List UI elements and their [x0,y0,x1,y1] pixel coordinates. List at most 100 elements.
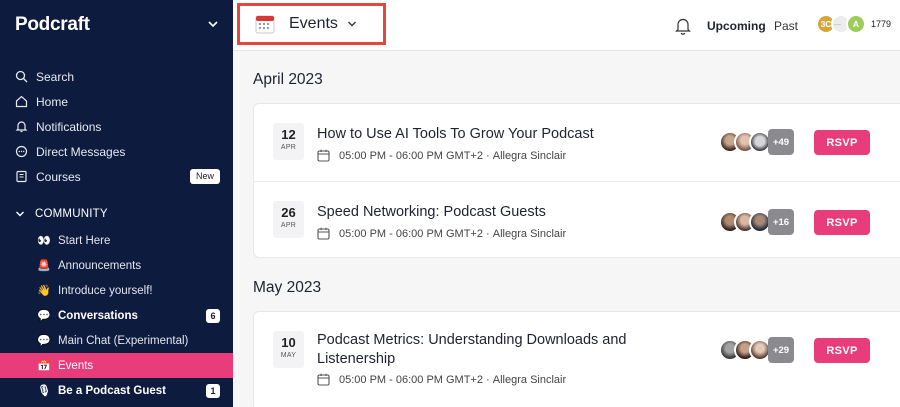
speech-icon: 💬 [37,335,51,347]
sidebar-item-label: Announcements [58,259,142,272]
event-meta: 05:00 PM - 06:00 PM GMT+2 · Allegra Sinc… [317,227,566,240]
community-section-header[interactable]: COMMUNITY [0,200,233,228]
nav-item-search[interactable]: Search [0,64,233,89]
home-icon [15,95,28,108]
event-title[interactable]: Podcast Metrics: Understanding Downloads… [317,331,647,369]
rsvp-button[interactable]: RSVP [814,338,870,363]
avatar: A [846,14,866,34]
nav-item-home[interactable]: Home [0,89,233,114]
wave-icon: 👋 [37,285,51,297]
nav-item-direct-messages[interactable]: Direct Messages [0,139,233,164]
event-month: APR [280,222,297,229]
nav-item-label: Home [36,94,69,109]
brand-logo[interactable]: Podcraft [15,12,90,38]
sidebar-item-label: Start Here [58,234,111,247]
nav-item-courses[interactable]: Courses New [0,164,233,189]
sidebar-item-label: Be a Podcast Guest [58,384,167,397]
meta-separator: · [482,149,493,162]
event-row[interactable]: 12 APR How to Use AI Tools To Grow Your … [254,104,900,181]
events-list: April 2023 12 APR How to Use AI Tools To… [233,51,900,407]
calendar-icon [317,149,330,162]
unread-count-badge: 6 [206,309,220,323]
more-attendees-count: +29 [768,337,794,363]
sidebar-item-start-here[interactable]: 👀 Start Here [0,228,233,253]
event-time: 05:00 PM - 06:00 PM GMT+2 [339,149,483,162]
book-icon [15,170,28,183]
event-title[interactable]: How to Use AI Tools To Grow Your Podcast [317,125,647,144]
sidebar-item-be-a-podcast-guest[interactable]: 🎙 Be a Podcast Guest 1 [0,378,233,403]
rsvp-button[interactable]: RSVP [814,130,870,155]
event-time: 05:00 PM - 06:00 PM GMT+2 [339,227,483,240]
top-header: Events Upcoming Past 3C ~~~ A 1779 [233,0,900,51]
chevron-down-icon [347,21,356,27]
calendar-icon [317,227,330,240]
event-time: 05:00 PM - 06:00 PM GMT+2 [339,373,483,386]
chevron-down-icon [16,211,24,217]
page-title-dropdown[interactable]: Events [237,3,386,45]
speech-icon: 💬 [37,310,51,322]
event-month: MAY [280,352,297,359]
month-card: 10 MAY Podcast Metrics: Understanding Do… [253,311,900,407]
nav-item-notifications[interactable]: Notifications [0,114,233,139]
more-attendees-count: +16 [768,209,794,235]
event-title[interactable]: Speed Networking: Podcast Guests [317,203,647,222]
attendee-avatars[interactable]: +49 [719,129,794,155]
member-count: 1779 [871,19,892,29]
bell-icon [15,120,28,133]
sidebar-item-events[interactable]: 📅 Events [0,353,233,378]
sidebar-item-introduce-yourself[interactable]: 👋 Introduce yourself! [0,278,233,303]
attendee-avatars[interactable]: +29 [719,337,794,363]
chevron-down-icon[interactable] [207,18,219,30]
event-meta: 05:00 PM - 06:00 PM GMT+2 · Allegra Sinc… [317,373,566,386]
tab-past[interactable]: Past [774,19,798,33]
sidebar-item-label: Introduce yourself! [58,284,153,297]
sidebar-item-conversations[interactable]: 💬 Conversations 6 [0,303,233,328]
sidebar: Podcraft Search Home Notifications Direc… [0,0,233,407]
nav-item-label: Direct Messages [36,144,126,159]
brand-name: Podcraft [15,14,90,35]
event-row[interactable]: 26 APR Speed Networking: Podcast Guests … [254,181,900,258]
month-card: 12 APR How to Use AI Tools To Grow Your … [253,103,900,258]
search-icon [15,70,28,83]
tab-upcoming[interactable]: Upcoming [707,19,766,33]
event-month: APR [280,144,297,151]
event-row[interactable]: 10 MAY Podcast Metrics: Understanding Do… [254,312,900,407]
member-avatars[interactable]: 3C ~~~ A 1779 [816,14,891,34]
rsvp-button[interactable]: RSVP [814,210,870,235]
event-day: 10 [281,335,296,350]
event-host[interactable]: Allegra Sinclair [493,374,566,386]
chat-bubble-icon [15,145,28,158]
calendar-icon: 📅 [37,360,51,372]
meta-separator: · [482,227,493,240]
primary-nav: Search Home Notifications Direct Message… [0,64,233,403]
nav-item-label: Courses [36,169,81,184]
new-badge: New [189,169,220,184]
event-date: 26 APR [273,201,304,238]
sidebar-item-announcements[interactable]: 🚨 Announcements [0,253,233,278]
siren-icon: 🚨 [37,260,51,272]
calendar-icon [255,15,275,34]
svg-text:~~~: ~~~ [834,22,842,27]
calendar-icon [317,373,330,386]
bell-icon[interactable] [675,17,691,35]
unread-count-badge: 1 [206,384,220,398]
sidebar-item-main-chat[interactable]: 💬 Main Chat (Experimental) [0,328,233,353]
event-day: 12 [281,127,296,142]
nav-item-label: Search [36,69,75,84]
section-label: COMMUNITY [35,208,108,220]
sidebar-item-label: Events [58,359,94,372]
attendee-avatars[interactable]: +16 [719,209,794,235]
eyes-icon: 👀 [37,235,51,247]
microphone-icon: 🎙 [37,385,51,397]
page-title: Events [289,15,338,32]
event-day: 26 [281,205,296,220]
sidebar-item-label: Main Chat (Experimental) [58,334,189,347]
meta-separator: · [482,373,493,386]
event-date: 10 MAY [273,331,304,368]
event-meta: 05:00 PM - 06:00 PM GMT+2 · Allegra Sinc… [317,149,566,162]
month-heading: May 2023 [253,279,322,296]
event-host[interactable]: Allegra Sinclair [493,228,566,240]
month-heading: April 2023 [253,71,323,88]
event-host[interactable]: Allegra Sinclair [493,150,566,162]
event-date: 12 APR [273,123,304,160]
